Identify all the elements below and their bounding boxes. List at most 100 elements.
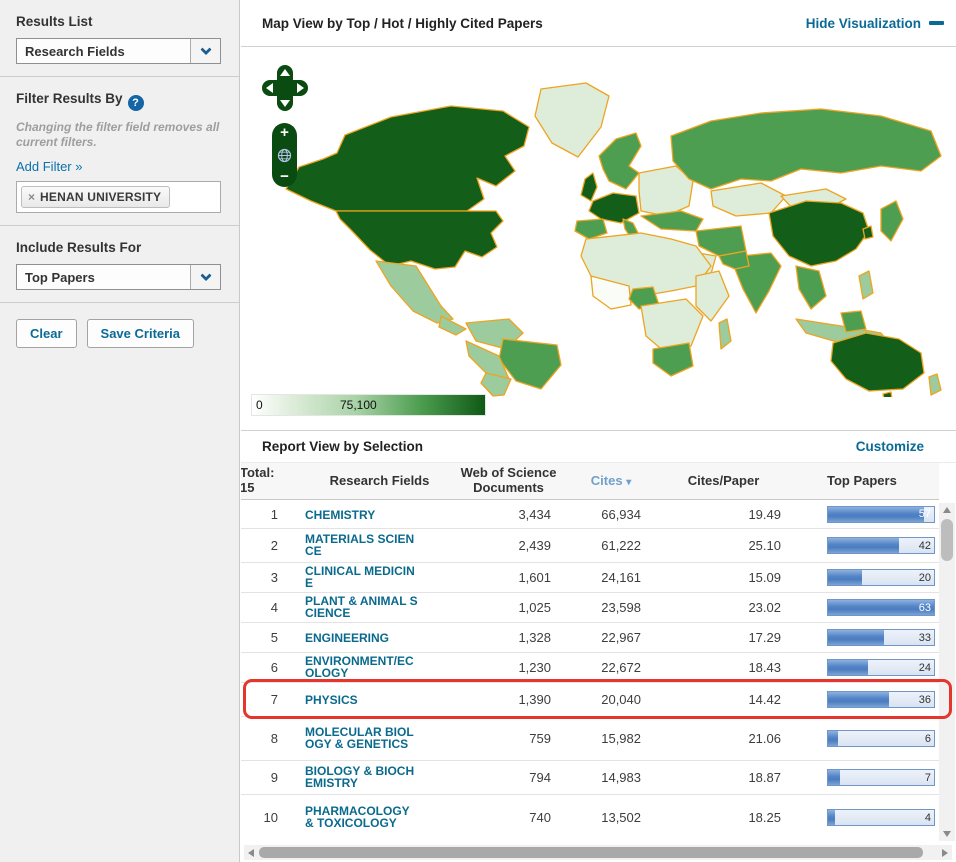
include-results-dropdown[interactable]: Top Papers (16, 264, 221, 290)
choropleth-world-map[interactable] (241, 61, 956, 397)
scroll-down-arrow[interactable] (939, 827, 955, 841)
row-top-papers-cell: 4 (786, 809, 939, 826)
pan-down-icon[interactable] (280, 100, 290, 107)
report-header: Report View by Selection Customize (241, 430, 956, 463)
research-field-link[interactable]: CLINICAL MEDICINE (305, 565, 421, 591)
results-list-dropdown[interactable]: Research Fields (16, 38, 221, 64)
filter-note: Changing the filter field removes all cu… (16, 120, 223, 150)
map-color-legend: 0 75,100 (251, 394, 486, 416)
scroll-up-arrow[interactable] (939, 503, 955, 517)
row-research-field: MATERIALS SCIENCE (303, 533, 456, 559)
row-cites-value: 13,502 (561, 810, 661, 825)
row-research-field: CHEMISTRY (303, 507, 456, 522)
scroll-left-arrow[interactable] (244, 845, 258, 860)
row-documents-value: 2,439 (456, 538, 561, 553)
table-row[interactable]: 2 MATERIALS SCIENCE 2,439 61,222 25.10 4… (241, 528, 939, 562)
column-header-documents[interactable]: Web of Science Documents (456, 466, 561, 496)
research-field-link[interactable]: PHYSICS (305, 694, 358, 707)
research-field-link[interactable]: CHEMISTRY (305, 509, 375, 522)
row-documents-value: 1,328 (456, 630, 561, 645)
research-field-link[interactable]: BIOLOGY & BIOCHEMISTRY (305, 765, 421, 791)
research-field-link[interactable]: MATERIALS SCIENCE (305, 533, 421, 559)
pan-left-icon[interactable] (266, 83, 273, 93)
top-papers-bar[interactable]: 20 (827, 569, 935, 586)
add-filter-link[interactable]: Add Filter » (16, 159, 82, 174)
map-region-borneo (841, 311, 866, 332)
zoom-out-button[interactable]: − (280, 170, 289, 184)
column-header-cites-sorted[interactable]: Cites ▾ (561, 474, 661, 489)
results-list-dropdown-arrow[interactable] (190, 39, 220, 63)
total-count: Total: 15 (241, 466, 303, 496)
include-results-dropdown-arrow[interactable] (190, 265, 220, 289)
table-horizontal-scrollbar[interactable] (244, 845, 952, 860)
map-region-greenland (535, 83, 609, 157)
table-row[interactable]: 3 CLINICAL MEDICINE 1,601 24,161 15.09 2… (241, 562, 939, 592)
table-row[interactable]: 4 PLANT & ANIMAL SCIENCE 1,025 23,598 23… (241, 592, 939, 622)
globe-icon[interactable] (277, 148, 292, 163)
main-content: Map View by Top / Hot / Highly Cited Pap… (241, 0, 956, 862)
top-papers-bar[interactable]: 4 (827, 809, 935, 826)
row-top-papers-cell: 6 (786, 730, 939, 747)
row-cites-value: 61,222 (561, 538, 661, 553)
table-row[interactable]: 9 BIOLOGY & BIOCHEMISTRY 794 14,983 18.8… (241, 760, 939, 794)
row-cites-per-paper-value: 18.87 (661, 770, 786, 785)
research-field-link[interactable]: ENGINEERING (305, 632, 389, 645)
sidebar: Results List Research Fields Filter Resu… (0, 0, 240, 862)
column-header-research-fields[interactable]: Research Fields (303, 474, 456, 489)
row-research-field: MOLECULAR BIOLOGY & GENETICS (303, 726, 456, 752)
customize-link[interactable]: Customize (856, 439, 924, 454)
pan-up-icon[interactable] (280, 69, 290, 76)
row-documents-value: 1,390 (456, 692, 561, 707)
scroll-right-arrow[interactable] (938, 845, 952, 860)
top-papers-bar-fill (828, 538, 899, 553)
legend-max-value: 75,100 (340, 398, 377, 412)
map-region-iran (696, 226, 746, 256)
table-row[interactable]: 8 MOLECULAR BIOLOGY & GENETICS 759 15,98… (241, 716, 939, 760)
filter-tag-label: HENAN UNIVERSITY (40, 190, 161, 204)
zoom-in-button[interactable]: + (280, 126, 289, 140)
top-papers-bar[interactable]: 63 (827, 599, 935, 616)
table-row[interactable]: 1 CHEMISTRY 3,434 66,934 19.49 57 (241, 500, 939, 528)
top-papers-bar[interactable]: 42 (827, 537, 935, 554)
hide-visualization-link[interactable]: Hide Visualization (806, 16, 946, 31)
table-vertical-scrollbar[interactable] (939, 503, 955, 841)
clear-button[interactable]: Clear (16, 319, 77, 348)
row-top-papers-cell: 20 (786, 569, 939, 586)
top-papers-bar[interactable]: 57 (827, 506, 935, 523)
row-top-papers-cell: 33 (786, 629, 939, 646)
top-papers-bar-fill (828, 692, 889, 707)
row-rank: 9 (241, 770, 303, 785)
research-field-link[interactable]: PHARMACOLOGY & TOXICOLOGY (305, 805, 421, 831)
row-cites-per-paper-value: 23.02 (661, 600, 786, 615)
map-region-philippines (859, 271, 873, 299)
research-field-link[interactable]: MOLECULAR BIOLOGY & GENETICS (305, 726, 421, 752)
map-panel-title: Map View by Top / Hot / Highly Cited Pap… (262, 16, 543, 31)
filter-heading: Filter Results By? (16, 91, 223, 111)
map-pan-control[interactable] (262, 65, 308, 111)
save-criteria-button[interactable]: Save Criteria (87, 319, 195, 348)
filter-tag[interactable]: × HENAN UNIVERSITY (21, 186, 170, 208)
horizontal-scrollbar-thumb[interactable] (259, 847, 923, 858)
vertical-scrollbar-thumb[interactable] (941, 519, 953, 561)
table-row[interactable]: 5 ENGINEERING 1,328 22,967 17.29 33 (241, 622, 939, 652)
map-region-indochina (796, 266, 826, 309)
table-row[interactable]: 7 PHYSICS 1,390 20,040 14.42 36 (241, 682, 939, 716)
top-papers-bar[interactable]: 24 (827, 659, 935, 676)
research-field-link[interactable]: PLANT & ANIMAL SCIENCE (305, 595, 421, 621)
table-body: 1 CHEMISTRY 3,434 66,934 19.49 57 2 MATE… (241, 500, 939, 840)
help-icon[interactable]: ? (128, 95, 144, 111)
research-field-link[interactable]: ENVIRONMENT/ECOLOGY (305, 655, 421, 681)
column-header-cites-per-paper[interactable]: Cites/Paper (661, 474, 786, 489)
top-papers-bar[interactable]: 6 (827, 730, 935, 747)
table-row[interactable]: 6 ENVIRONMENT/ECOLOGY 1,230 22,672 18.43… (241, 652, 939, 682)
top-papers-bar[interactable]: 33 (827, 629, 935, 646)
column-header-top-papers[interactable]: Top Papers (786, 474, 939, 489)
remove-filter-icon[interactable]: × (28, 190, 35, 204)
top-papers-bar[interactable]: 7 (827, 769, 935, 786)
top-papers-bar-fill (828, 570, 862, 585)
table-row[interactable]: 10 PHARMACOLOGY & TOXICOLOGY 740 13,502 … (241, 794, 939, 840)
results-list-heading: Results List (16, 14, 223, 29)
top-papers-bar[interactable]: 36 (827, 691, 935, 708)
pan-right-icon[interactable] (297, 83, 304, 93)
triangle-right-icon (942, 849, 948, 857)
